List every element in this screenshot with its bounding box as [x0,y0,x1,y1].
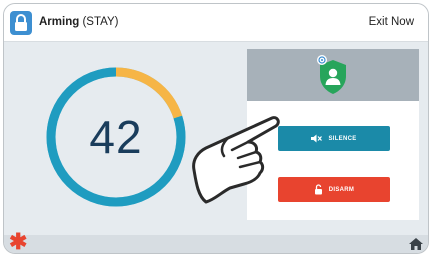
home-icon[interactable] [409,238,423,250]
exit-now-button[interactable]: Exit Now [369,16,414,28]
unlock-icon [314,184,322,195]
header-bar: Arming (STAY) Exit Now [4,4,428,42]
footer-bar: ✱ [4,229,428,253]
silence-label: SILENCE [328,135,357,142]
lock-icon [10,11,32,35]
disarm-label: DISARM [328,186,355,193]
speaker-mute-icon [311,134,323,143]
title-bold: Arming [39,16,80,28]
countdown-value: 42 [89,111,143,163]
status-header [247,49,419,101]
title-mode: (STAY) [82,16,119,28]
page-title: Arming (STAY) [39,16,118,28]
shield-person-icon [317,55,346,94]
pointing-hand-icon [192,116,280,204]
asterisk-icon[interactable]: ✱ [9,229,27,253]
alarm-panel-screen: Arming (STAY) Exit Now 42 SILENCE DISARM… [3,3,429,254]
